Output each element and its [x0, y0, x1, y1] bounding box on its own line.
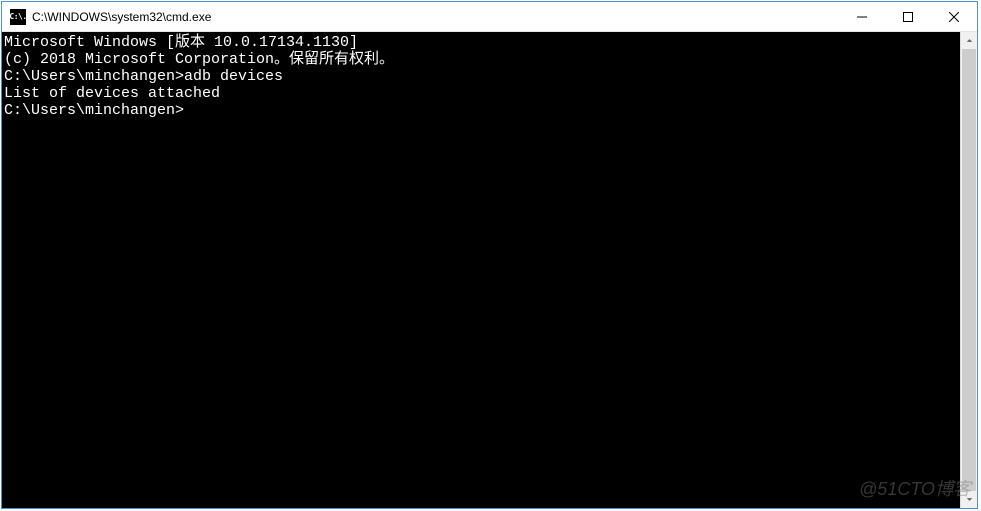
vertical-scrollbar[interactable]: [960, 32, 977, 508]
scroll-track[interactable]: [961, 49, 977, 491]
terminal-line: C:\Users\minchangen>adb devices: [4, 68, 960, 85]
minimize-icon: [857, 12, 867, 22]
cmd-icon: C:\.: [10, 9, 26, 25]
minimize-button[interactable]: [839, 2, 885, 31]
terminal-line: (c) 2018 Microsoft Corporation。保留所有权利。: [4, 51, 960, 68]
chevron-down-icon: [966, 496, 973, 503]
maximize-icon: [903, 12, 913, 22]
scroll-thumb[interactable]: [962, 49, 976, 491]
chevron-up-icon: [966, 37, 973, 44]
titlebar[interactable]: C:\. C:\WINDOWS\system32\cmd.exe: [2, 2, 977, 32]
window-title: C:\WINDOWS\system32\cmd.exe: [32, 10, 839, 24]
scroll-up-button[interactable]: [961, 32, 977, 49]
prompt: C:\Users\minchangen>: [4, 102, 184, 119]
window-controls: [839, 2, 977, 31]
terminal-line: Microsoft Windows [版本 10.0.17134.1130]: [4, 34, 960, 51]
terminal-line: List of devices attached: [4, 85, 960, 102]
prompt: C:\Users\minchangen>: [4, 68, 184, 85]
close-button[interactable]: [931, 2, 977, 31]
maximize-button[interactable]: [885, 2, 931, 31]
terminal-line: C:\Users\minchangen>: [4, 102, 960, 119]
content-area: Microsoft Windows [版本 10.0.17134.1130](c…: [2, 32, 977, 508]
scroll-down-button[interactable]: [961, 491, 977, 508]
terminal-output[interactable]: Microsoft Windows [版本 10.0.17134.1130](c…: [2, 32, 960, 508]
command-text: adb devices: [184, 68, 283, 85]
cmd-window: C:\. C:\WINDOWS\system32\cmd.exe Microso…: [1, 1, 978, 509]
close-icon: [949, 12, 959, 22]
